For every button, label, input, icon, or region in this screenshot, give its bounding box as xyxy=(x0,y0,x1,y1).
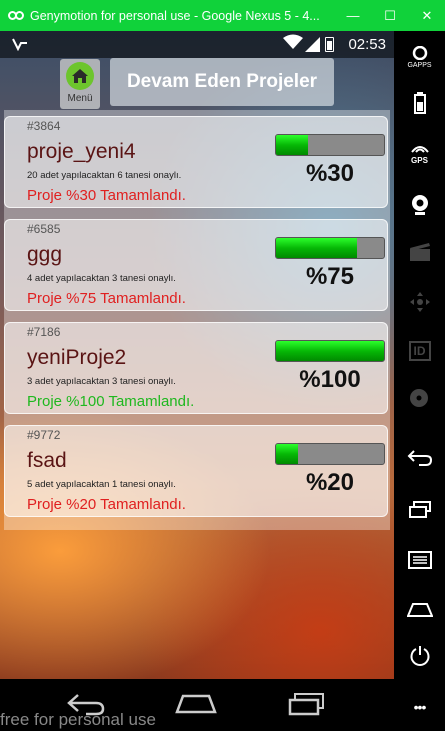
progress-fill xyxy=(276,238,357,258)
progress-bar xyxy=(275,443,385,465)
disk-icon xyxy=(409,387,431,411)
battery-icon xyxy=(325,37,334,52)
recents-icon[interactable] xyxy=(287,692,327,716)
wifi-icon xyxy=(283,34,303,55)
device-id-button[interactable]: ID xyxy=(394,331,445,371)
genymotion-toolbar: GAPPS GPS ID ••• xyxy=(394,31,445,731)
progress-percent: %100 xyxy=(299,366,361,393)
more-icon: ••• xyxy=(413,699,427,715)
progress-percent: %75 xyxy=(305,263,355,290)
progress-fill xyxy=(276,135,309,155)
gapps-label: GAPPS xyxy=(407,61,432,69)
progress-fill xyxy=(276,444,298,464)
project-status: Proje %30 Tamamlandı. xyxy=(27,187,186,204)
signal-icon xyxy=(305,37,321,58)
progress-fill xyxy=(276,341,384,361)
device-screen: 02:53 Menü Devam Eden Projeler #3864 pro… xyxy=(0,31,394,679)
battery-icon xyxy=(413,92,426,116)
menu-button[interactable]: Menü xyxy=(60,59,100,109)
project-card[interactable]: #7186 yeniProje2 3 adet yapılacaktan 3 t… xyxy=(4,322,388,414)
battery-button[interactable] xyxy=(394,84,445,124)
notification-icon xyxy=(12,37,28,54)
page-title: Devam Eden Projeler xyxy=(110,58,334,106)
capture-button[interactable] xyxy=(394,233,445,273)
project-card[interactable]: #3864 proje_yeni4 20 adet yapılacaktan 6… xyxy=(4,116,388,208)
maximize-button[interactable]: ☐ xyxy=(372,0,408,31)
dpad-button[interactable] xyxy=(394,283,445,323)
menu-label: Menü xyxy=(67,93,93,104)
progress-percent: %30 xyxy=(305,160,355,187)
project-subtitle: 3 adet yapılacaktan 3 tanesi onaylı. xyxy=(27,376,176,387)
gps-icon xyxy=(410,144,430,156)
project-name: yeniProje2 xyxy=(27,346,127,369)
id-label: ID xyxy=(413,344,426,358)
project-card[interactable]: #6585 ggg 4 adet yapılacaktan 3 tanesi o… xyxy=(4,219,388,311)
project-id: #3864 xyxy=(27,119,61,133)
project-status: Proje %100 Tamamlandı. xyxy=(27,393,195,410)
status-time: 02:53 xyxy=(348,36,386,53)
home-button-side[interactable] xyxy=(394,591,445,631)
project-card[interactable]: #9772 fsad 5 adet yapılacaktan 1 tanesi … xyxy=(4,425,388,517)
id-icon: ID xyxy=(408,341,431,361)
genymotion-logo-icon xyxy=(8,10,24,22)
clapper-icon xyxy=(409,242,431,264)
project-status: Proje %20 Tamamlandı. xyxy=(27,496,186,513)
power-button[interactable] xyxy=(394,637,445,677)
project-id: #9772 xyxy=(27,428,61,442)
recents-icon xyxy=(408,501,432,521)
menu-button-side[interactable] xyxy=(394,541,445,581)
minimize-button[interactable]: — xyxy=(335,0,371,31)
progress-percent: %20 xyxy=(305,469,355,496)
webcam-button[interactable] xyxy=(394,186,445,226)
gps-label: GPS xyxy=(411,155,428,165)
back-icon xyxy=(407,449,433,469)
project-subtitle: 20 adet yapılacaktan 6 tanesi onaylı. xyxy=(27,170,182,181)
watermark: free for personal use xyxy=(0,710,156,729)
gapps-button[interactable]: GAPPS xyxy=(394,37,445,77)
more-button[interactable]: ••• xyxy=(394,687,445,727)
dpad-icon xyxy=(409,291,431,315)
home-icon xyxy=(406,602,433,620)
power-icon xyxy=(409,645,431,669)
progress-bar xyxy=(275,237,385,259)
progress-bar xyxy=(275,340,385,362)
back-button[interactable] xyxy=(394,439,445,479)
gapps-icon xyxy=(412,45,428,62)
window-titlebar: Genymotion for personal use - Google Nex… xyxy=(0,0,445,31)
project-id: #7186 xyxy=(27,325,61,339)
project-list: #3864 proje_yeni4 20 adet yapılacaktan 6… xyxy=(4,110,390,530)
gps-button[interactable]: GPS xyxy=(394,134,445,174)
home-icon xyxy=(66,62,94,90)
project-name: proje_yeni4 xyxy=(27,140,136,163)
project-subtitle: 5 adet yapılacaktan 1 tanesi onaylı. xyxy=(27,479,176,490)
project-id: #6585 xyxy=(27,222,61,236)
progress-bar xyxy=(275,134,385,156)
recent-apps-button[interactable] xyxy=(394,491,445,531)
webcam-icon xyxy=(410,194,430,218)
project-name: ggg xyxy=(27,243,63,266)
window-title: Genymotion for personal use - Google Nex… xyxy=(30,8,320,23)
status-bar: 02:53 xyxy=(0,31,394,58)
disk-button[interactable] xyxy=(394,379,445,419)
home-nav-icon[interactable] xyxy=(175,692,217,716)
menu-icon xyxy=(407,551,432,571)
project-subtitle: 4 adet yapılacaktan 3 tanesi onaylı. xyxy=(27,273,176,284)
close-button[interactable]: ✕ xyxy=(409,0,445,31)
project-name: fsad xyxy=(27,449,67,472)
project-status: Proje %75 Tamamlandı. xyxy=(27,290,186,307)
